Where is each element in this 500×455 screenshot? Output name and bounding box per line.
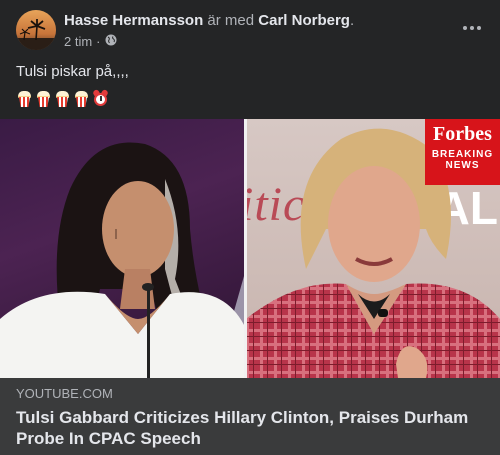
emoji-row	[16, 88, 109, 107]
thumbnail-photo-right: itic AL Forbes BREAKING NEWS	[246, 119, 500, 378]
popcorn-emoji	[16, 90, 33, 107]
post-time[interactable]: 2 tim	[64, 33, 92, 51]
globe-icon	[105, 33, 117, 51]
author-name[interactable]: Hasse Hermansson	[64, 12, 203, 29]
post-text: Tulsi piskar på,,,,	[16, 63, 129, 80]
with-text: är med	[207, 12, 255, 29]
tag-period: .	[349, 12, 355, 29]
meta-dot: ·	[96, 34, 101, 49]
preview-thumbnail[interactable]: itic AL Forbes BREAKING NEWS	[0, 119, 500, 378]
thumbnail-photo-left	[0, 119, 246, 378]
forbes-breaking-badge: Forbes BREAKING NEWS	[425, 119, 500, 185]
thumbnail-divider	[244, 119, 247, 378]
forbes-logo: Forbes	[433, 123, 492, 145]
header-text: Hasse Hermansson är med Carl Norberg. 2 …	[64, 11, 444, 51]
post-meta: 2 tim ·	[64, 33, 444, 51]
preview-caption[interactable]: YOUTUBE.COM Tulsi Gabbard Criticizes Hil…	[0, 378, 500, 455]
tagged-person[interactable]: Carl Norberg	[258, 12, 350, 29]
popcorn-emoji	[54, 90, 71, 107]
popcorn-emoji	[35, 90, 52, 107]
author-line: Hasse Hermansson är med Carl Norberg.	[64, 11, 444, 30]
link-domain: YOUTUBE.COM	[16, 386, 113, 401]
link-headline[interactable]: Tulsi Gabbard Criticizes Hillary Clinton…	[16, 407, 484, 449]
author-avatar[interactable]	[16, 10, 56, 50]
alarm-clock-emoji	[92, 88, 109, 107]
link-preview[interactable]: itic AL Forbes BREAKING NEWS YOUTUBE.COM…	[0, 119, 500, 455]
badge-line-2: NEWS	[445, 160, 480, 171]
badge-line-1: BREAKING	[431, 149, 494, 160]
post-header: Hasse Hermansson är med Carl Norberg. 2 …	[16, 10, 486, 52]
popcorn-emoji	[73, 90, 90, 107]
more-options-icon[interactable]	[458, 18, 486, 38]
